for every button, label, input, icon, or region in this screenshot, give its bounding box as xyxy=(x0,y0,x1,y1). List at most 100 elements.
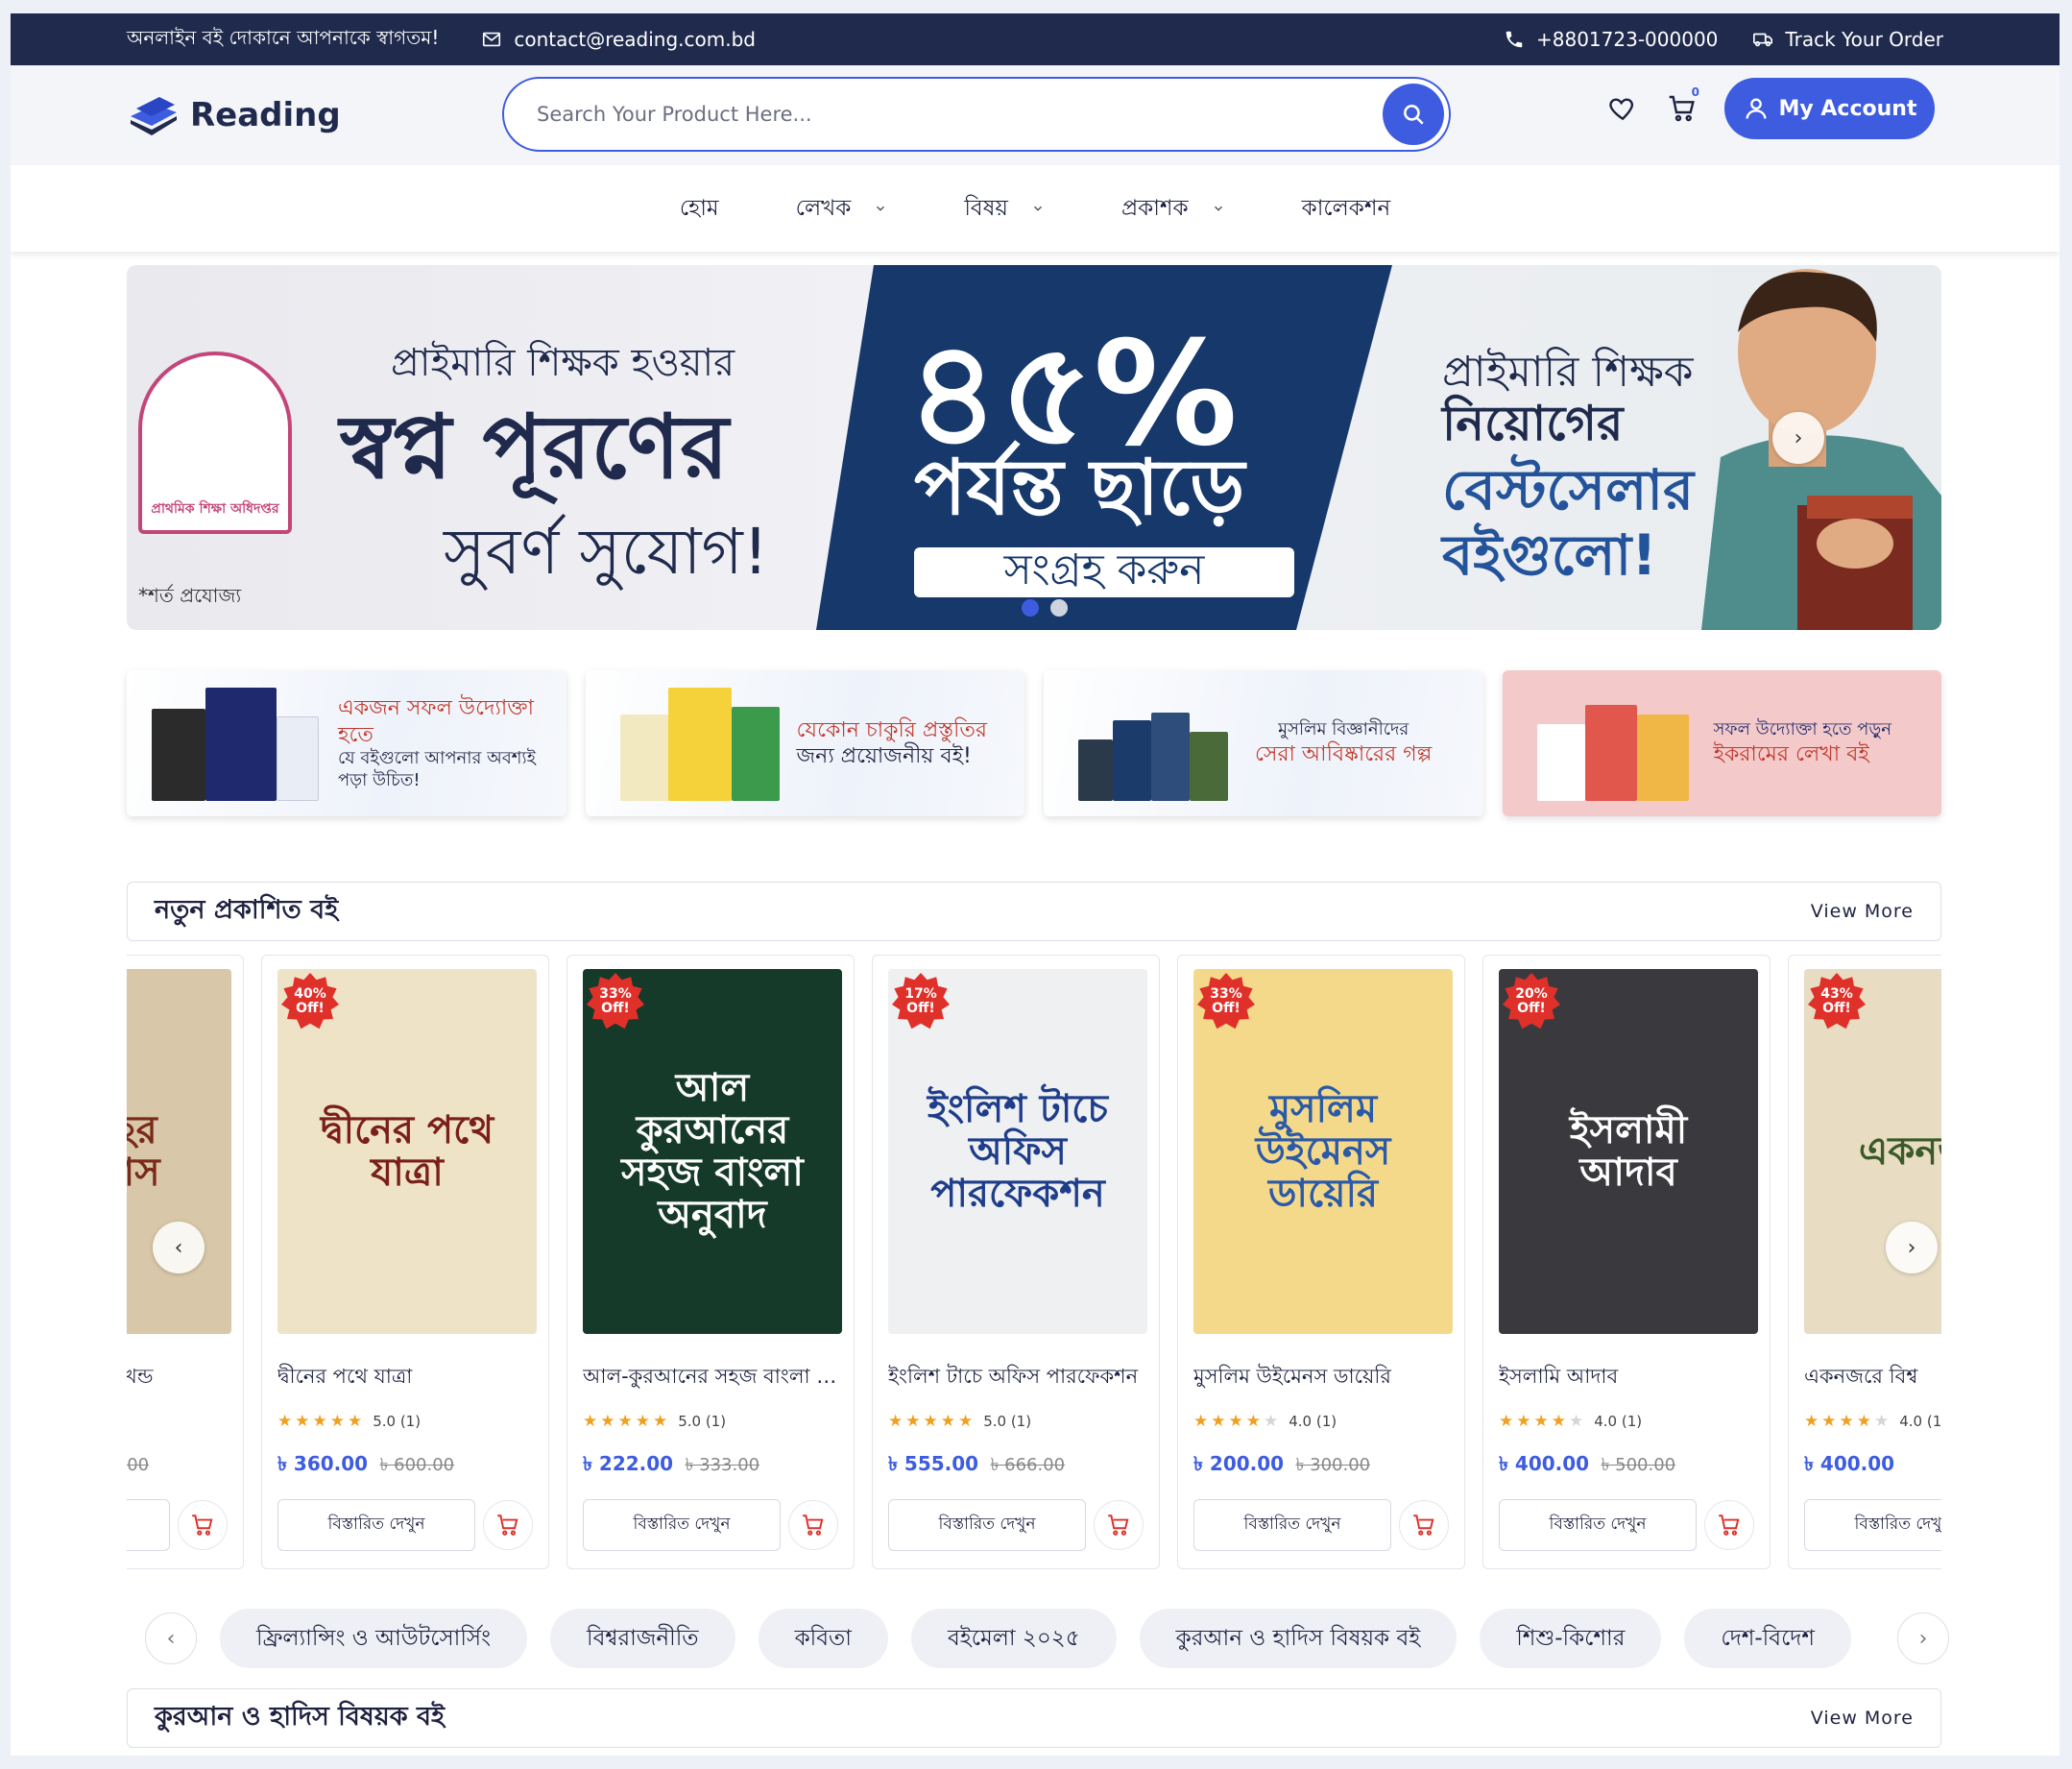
category-chip[interactable]: কুরআন ও হাদিস বিষয়ক বই xyxy=(1139,1609,1458,1668)
cart-button[interactable]: 0 xyxy=(1665,85,1699,126)
nav-item-author[interactable]: লেখক xyxy=(796,190,888,228)
category-chip[interactable]: বিশ্বরাজনীতি xyxy=(550,1609,735,1668)
promo-sub: জন্য প্রয়োজনীয় বই! xyxy=(796,744,972,768)
promo-card[interactable]: যেকোন চাকুরি প্রস্তুতির জন্য প্রয়োজনীয় … xyxy=(585,670,1024,816)
product-card[interactable]: 17% Off! ইংলিশ টাচে অফিস পারফেকশন ইংলিশ … xyxy=(872,955,1160,1569)
product-cover[interactable]: 40% Off! দ্বীনের পথে যাত্রা xyxy=(277,969,537,1334)
product-cover[interactable]: 33% Off! আল কুরআনের সহজ বাংলা অনুবাদ xyxy=(583,969,842,1334)
add-to-cart-button[interactable] xyxy=(178,1500,228,1550)
category-chip[interactable]: বইমেলা ২০২৫ xyxy=(910,1609,1117,1668)
product-cover[interactable]: 20% Off! ইসলামী আদাব xyxy=(1499,969,1758,1334)
product-title[interactable]: আল-কুরআনের সহজ বাংলা অনুবাদ xyxy=(583,1361,838,1394)
product-card[interactable]: 33% Off! আল কুরআনের সহজ বাংলা অনুবাদ আল-… xyxy=(566,955,855,1569)
nav-item-collection[interactable]: কালেকশন xyxy=(1302,190,1391,228)
view-more-link[interactable]: View More xyxy=(1811,1708,1914,1729)
hero-dot[interactable] xyxy=(1022,599,1039,617)
product-price: ৳ 555.00 ৳ 666.00 xyxy=(888,1450,1144,1482)
view-details-button[interactable]: বিস্তারিত দেখুন xyxy=(277,1499,475,1551)
hero-condition: *শর্ত প্রযোজ্য xyxy=(138,584,242,607)
carousel-next-button[interactable]: › xyxy=(1886,1222,1938,1273)
add-to-cart-button[interactable] xyxy=(788,1500,838,1550)
cover-title: ইসলামী আদাব xyxy=(1569,1108,1688,1195)
nav-item-publisher[interactable]: প্রকাশক xyxy=(1121,190,1225,228)
product-cover[interactable]: 43% Off! একনজরে xyxy=(1804,969,1941,1334)
track-order-link[interactable]: Track Your Order xyxy=(1752,28,1943,51)
product-title[interactable]: দ্বীনের পথে যাত্রা xyxy=(277,1361,533,1394)
product-card[interactable]: 33% Off! মুসলিম উইমেনস ডায়েরি মুসলিম উই… xyxy=(1177,955,1465,1569)
hero-cta-button[interactable]: সংগ্রহ করুন xyxy=(914,545,1294,597)
product-card[interactable]: 40% Off! দ্বীনের পথে যাত্রা দ্বীনের পথে … xyxy=(261,955,549,1569)
category-chips: ‹ ফ্রিল্যান্সিং ও আউটসোর্সিং বিশ্বরাজনীতি… xyxy=(145,1609,1949,1668)
nav-item-home[interactable]: হোম xyxy=(680,190,719,228)
view-details-button[interactable]: বিস্তারিত দেখুন xyxy=(127,1499,170,1551)
header: Reading Search Your Product Here... 0 My… xyxy=(11,65,2060,165)
product-title[interactable]: মুসলিম উইমেনস ডায়েরি xyxy=(1193,1361,1449,1394)
add-to-cart-button[interactable] xyxy=(1704,1500,1754,1550)
wishlist-button[interactable] xyxy=(1605,91,1640,126)
rating-text: 5.0 (1) xyxy=(983,1413,1032,1430)
product-title[interactable]: ইংলিশ টাচে অফিস পারফেকশন xyxy=(888,1361,1144,1394)
product-cover[interactable]: 17% Off! ইংলিশ টাচে অফিস পারফেকশন xyxy=(888,969,1147,1334)
chips-next-button[interactable]: › xyxy=(1897,1612,1949,1664)
hero-right-line4: বইগুলো! xyxy=(1442,522,1657,588)
hero-left-line3: সুবর্ণ সুযোগ! xyxy=(444,515,769,589)
promo-headline: যেকোন চাকুরি প্রস্তুতির xyxy=(796,717,988,742)
product-carousel: উম্মাহর ইতিহাস উম্মাহর ইতিহাস ৩ খন্ড ★★★… xyxy=(127,955,1941,1569)
emblem-logo: প্রাথমিক শিক্ষা অধিদপ্তর xyxy=(138,351,292,534)
cart-icon xyxy=(803,1515,824,1536)
heart-icon xyxy=(1609,98,1634,121)
star-rating-icon: ★★★★★ xyxy=(1804,1412,1892,1431)
product-rating: ★★★★★ 4.0 (1) xyxy=(1499,1412,1754,1431)
hero-banner[interactable]: প্রাথমিক শিক্ষা অধিদপ্তর প্রাইমারি শিক্ষ… xyxy=(127,265,1941,630)
add-to-cart-button[interactable] xyxy=(483,1500,533,1550)
category-chip[interactable]: শিশু-কিশোর xyxy=(1480,1609,1662,1668)
email-link[interactable]: contact@reading.com.bd xyxy=(481,28,756,51)
search-button[interactable] xyxy=(1383,84,1444,145)
promo-card[interactable]: মুসলিম বিজ্ঞানীদের সেরা আবিষ্কারের গল্প xyxy=(1044,670,1483,816)
promo-sub: সফল উদ্যোক্তা হতে পড়ুন xyxy=(1713,719,1892,739)
carousel-prev-button[interactable]: ‹ xyxy=(153,1222,205,1273)
add-to-cart-button[interactable] xyxy=(1094,1500,1144,1550)
product-price: ৳ 360.00 ৳ 600.00 xyxy=(277,1450,533,1482)
search-input[interactable]: Search Your Product Here... xyxy=(537,103,812,126)
product-track: উম্মাহর ইতিহাস উম্মাহর ইতিহাস ৩ খন্ড ★★★… xyxy=(127,955,1941,1569)
category-chip[interactable]: কবিতা xyxy=(758,1609,888,1668)
product-rating: ★★★★★ 5.0 (1) xyxy=(888,1412,1144,1431)
hero-next-button[interactable]: › xyxy=(1772,412,1824,464)
chips-prev-button[interactable]: ‹ xyxy=(145,1612,197,1664)
search-bar[interactable]: Search Your Product Here... xyxy=(502,77,1451,152)
current-price: ৳ 200.00 xyxy=(1193,1452,1285,1475)
old-price: ৳ 666.00 xyxy=(990,1455,1066,1475)
view-details-button[interactable]: বিস্তারিত দেখুন xyxy=(1804,1499,1941,1551)
view-details-button[interactable]: বিস্তারিত দেখুন xyxy=(1193,1499,1391,1551)
rating-text: 4.0 (1) xyxy=(1594,1413,1643,1430)
view-more-link[interactable]: View More xyxy=(1811,901,1914,922)
product-title[interactable]: একনজরে বিশ্ব xyxy=(1804,1361,1941,1394)
discount-badge: 33% Off! xyxy=(1197,973,1255,1030)
track-order-text: Track Your Order xyxy=(1785,28,1943,51)
product-card[interactable]: 20% Off! ইসলামী আদাব ইসলামি আদাব ★★★★★ 4… xyxy=(1482,955,1771,1569)
nav-item-subject[interactable]: বিষয় xyxy=(964,190,1045,228)
add-to-cart-button[interactable] xyxy=(1399,1500,1449,1550)
phone-link[interactable]: +8801723-000000 xyxy=(1504,28,1718,51)
logo[interactable]: Reading xyxy=(127,91,341,139)
promo-card[interactable]: সফল উদ্যোক্তা হতে পড়ুন ইকরামের লেখা বই xyxy=(1502,670,1941,816)
category-chip[interactable]: দেশ-বিদেশ xyxy=(1684,1609,1851,1668)
view-details-button[interactable]: বিস্তারিত দেখুন xyxy=(583,1499,781,1551)
mail-icon xyxy=(483,32,501,47)
section-title: কুরআন ও হাদিস বিষয়ক বই xyxy=(155,1701,446,1732)
view-details-button[interactable]: বিস্তারিত দেখুন xyxy=(1499,1499,1697,1551)
product-title[interactable]: ইসলামি আদাব xyxy=(1499,1361,1754,1394)
hero-dot[interactable] xyxy=(1050,599,1068,617)
chevron-right-icon: › xyxy=(1794,425,1803,450)
product-cover[interactable]: উম্মাহর ইতিহাস xyxy=(127,969,231,1334)
product-cover[interactable]: 33% Off! মুসলিম উইমেনস ডায়েরি xyxy=(1193,969,1453,1334)
product-rating: ★★★★★ 4.0 (1) xyxy=(1193,1412,1449,1431)
product-title[interactable]: উম্মাহর ইতিহাস ৩ খন্ড xyxy=(127,1361,228,1394)
category-chip[interactable]: ফ্রিল্যান্সিং ও আউটসোর্সিং xyxy=(220,1609,527,1668)
star-rating-icon: ★★★★★ xyxy=(888,1412,976,1431)
my-account-button[interactable]: My Account xyxy=(1724,78,1935,139)
promo-card[interactable]: একজন সফল উদ্যোক্তা হতে যে বইগুলো আপনার অব… xyxy=(127,670,566,816)
view-details-button[interactable]: বিস্তারিত দেখুন xyxy=(888,1499,1086,1551)
star-rating-icon: ★★★★★ xyxy=(1193,1412,1282,1431)
